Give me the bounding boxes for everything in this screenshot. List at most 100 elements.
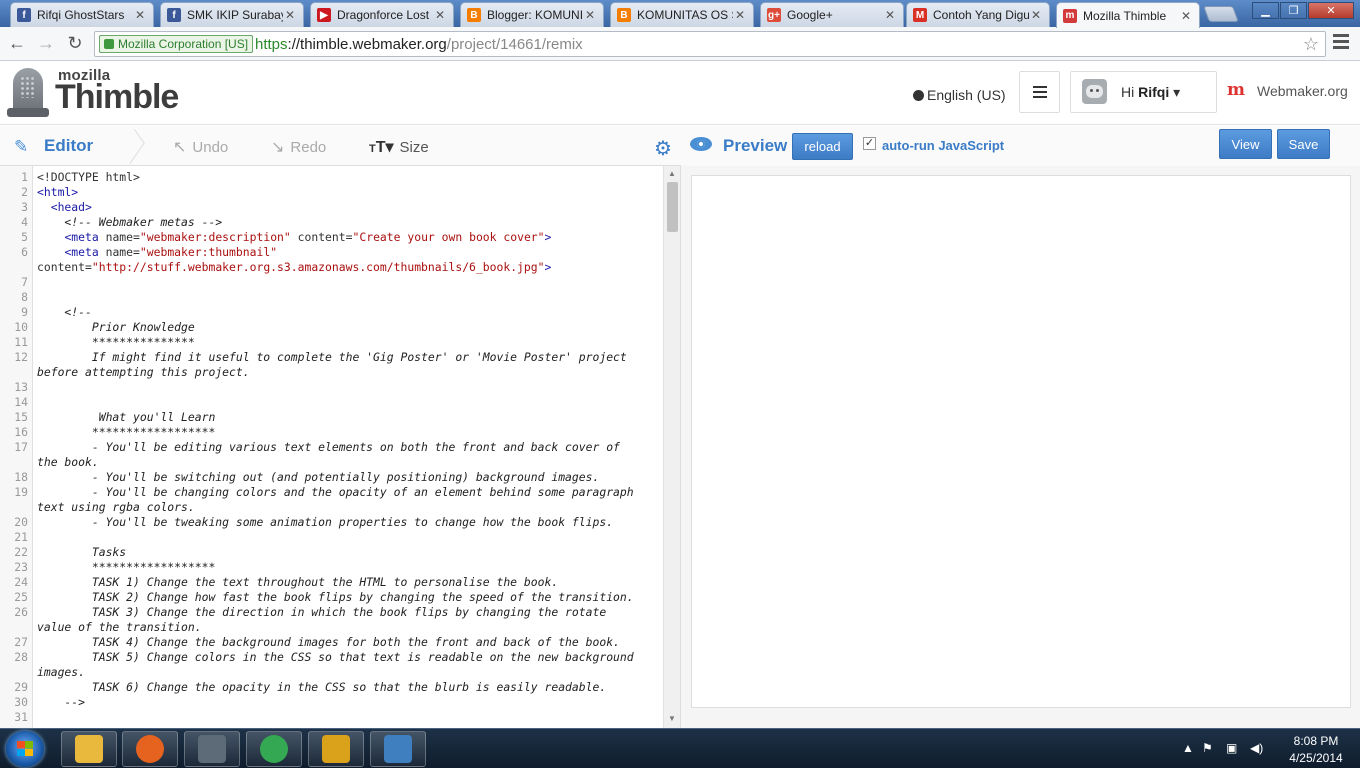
close-tab-icon[interactable]: ✕ (1179, 9, 1193, 23)
code-line[interactable]: ****************** (37, 560, 215, 575)
code-line[interactable]: before attempting this project. (37, 365, 250, 380)
code-line[interactable]: - You'll be changing colors and the opac… (37, 485, 634, 500)
code-line[interactable]: <meta name="webmaker:thumbnail" (37, 245, 277, 260)
browser-tab[interactable]: B KOMUNITAS OS S ✕ (610, 2, 754, 27)
undo-button[interactable]: ↖ Undo (173, 137, 228, 157)
code-line[interactable]: TASK 6) Change the opacity in the CSS so… (37, 680, 606, 695)
browser-tab[interactable]: B Blogger: KOMUNI ✕ (460, 2, 604, 27)
taskbar-app-button[interactable] (122, 731, 178, 767)
code-line[interactable]: the book. (37, 455, 99, 470)
code-line[interactable]: *************** (37, 335, 195, 350)
browser-tab[interactable]: f SMK IKIP Surabaya ✕ (160, 2, 304, 27)
code-line[interactable]: Tasks (37, 545, 126, 560)
font-size-button[interactable]: TT▾ Size (369, 137, 429, 157)
url-text[interactable]: https://thimble.webmaker.org/project/146… (255, 36, 583, 53)
close-tab-icon[interactable]: ✕ (733, 8, 747, 22)
close-tab-icon[interactable]: ✕ (1029, 8, 1043, 22)
code-line[interactable]: TASK 3) Change the direction in which th… (37, 605, 606, 620)
browser-tab[interactable]: g+ Google+ ✕ (760, 2, 904, 27)
scroll-down-icon[interactable]: ▼ (668, 714, 676, 723)
code-line[interactable]: Prior Knowledge (37, 320, 195, 335)
reload-page-icon[interactable]: ↻ (64, 33, 86, 55)
thimble-logo-icon[interactable] (7, 68, 49, 118)
network-icon[interactable]: ▣ (1226, 741, 1237, 755)
code-line[interactable]: <html> (37, 185, 78, 200)
taskbar-app-button[interactable] (184, 731, 240, 767)
bookmark-star-icon[interactable]: ☆ (1303, 34, 1319, 55)
gear-icon[interactable]: ⚙ (654, 136, 672, 161)
address-bar[interactable]: Mozilla Corporation [US] https://thimble… (94, 31, 1326, 57)
close-tab-icon[interactable]: ✕ (133, 8, 147, 22)
browser-tab[interactable]: M Contoh Yang Digu ✕ (906, 2, 1050, 27)
logo-thimble-text[interactable]: Thimble (55, 78, 179, 117)
language-selector[interactable]: English (US) (913, 87, 1006, 103)
webmaker-link[interactable]: Webmaker.org (1257, 83, 1348, 99)
taskbar-app-button[interactable] (308, 731, 364, 767)
code-line[interactable]: <!-- Webmaker metas --> (37, 215, 222, 230)
show-hidden-icons-icon[interactable]: ▲ (1182, 741, 1194, 755)
code-line[interactable]: --> (37, 695, 85, 710)
taskbar-app-button[interactable] (246, 731, 302, 767)
flag-icon[interactable]: ⚑ (1202, 741, 1213, 755)
code-line[interactable]: What you'll Learn (37, 410, 216, 425)
close-tab-icon[interactable]: ✕ (883, 8, 897, 22)
scroll-up-icon[interactable]: ▲ (668, 169, 676, 178)
volume-icon[interactable]: ◀) (1250, 741, 1263, 755)
taskbar-app-button[interactable] (61, 731, 117, 767)
preview-pane (681, 166, 1360, 728)
taskbar-app-button[interactable] (370, 731, 426, 767)
browser-tab[interactable]: ▶ Dragonforce Lost ✕ (310, 2, 454, 27)
editor-tab[interactable]: ✎ Editor (0, 126, 135, 166)
code-line[interactable]: content="http://stuff.webmaker.org.s3.am… (37, 260, 551, 275)
save-button[interactable]: Save (1277, 129, 1330, 159)
editor-scrollbar[interactable]: ▲ ▼ (663, 166, 680, 728)
back-icon[interactable]: ← (6, 33, 28, 55)
reload-button[interactable]: reload (792, 133, 853, 160)
start-button[interactable] (6, 731, 44, 767)
autorun-label[interactable]: auto-run JavaScript (882, 138, 1004, 153)
new-tab-button[interactable] (1203, 6, 1239, 22)
webmaker-logo-icon[interactable]: m (1227, 81, 1247, 99)
ev-certificate-badge[interactable]: Mozilla Corporation [US] (99, 35, 254, 53)
code-line[interactable]: - You'll be tweaking some animation prop… (37, 515, 613, 530)
close-tab-icon[interactable]: ✕ (283, 8, 297, 22)
user-menu[interactable]: Hi Rifqi ▾ (1070, 71, 1217, 113)
hamburger-menu-button[interactable] (1019, 71, 1060, 113)
code-line[interactable]: If might find it useful to complete the … (37, 350, 627, 365)
code-line[interactable]: images. (37, 665, 85, 680)
code-line[interactable]: TASK 1) Change the text throughout the H… (37, 575, 558, 590)
code-line[interactable]: ****************** (37, 425, 215, 440)
code-line[interactable]: value of the transition. (37, 620, 202, 635)
code-line[interactable]: - You'll be switching out (and potential… (37, 470, 599, 485)
close-tab-icon[interactable]: ✕ (583, 8, 597, 22)
browser-tab[interactable]: f Rifqi GhostStars ✕ (10, 2, 154, 27)
code-editor[interactable]: 1 2 3 4 5 6 7 8 9 10 11 12 13 14 15 16 17 18 19 20 21 22 23 24 2… (0, 166, 681, 728)
blogger-icon: B (467, 8, 481, 22)
code-line[interactable]: - You'll be editing various text element… (37, 440, 620, 455)
view-button[interactable]: View (1219, 129, 1272, 159)
chrome-menu-icon[interactable] (1333, 34, 1349, 52)
scrollbar-thumb[interactable] (667, 182, 678, 232)
preview-frame[interactable] (691, 175, 1351, 708)
code-line[interactable]: text using rgba colors. (37, 500, 195, 515)
lock-icon (104, 39, 114, 49)
close-tab-icon[interactable]: ✕ (433, 8, 447, 22)
facebook-icon: f (167, 8, 181, 22)
code-line[interactable]: TASK 2) Change how fast the book flips b… (37, 590, 634, 605)
redo-button[interactable]: ↘ Redo (271, 137, 326, 157)
thimble-header: mozilla Thimble English (US) Hi Rifqi ▾ … (0, 62, 1360, 125)
clock-date[interactable]: 4/25/2014 (1283, 751, 1349, 765)
forward-icon[interactable]: → (35, 33, 57, 55)
code-line[interactable]: TASK 4) Change the background images for… (37, 635, 620, 650)
clock-time[interactable]: 8:08 PM (1283, 734, 1349, 748)
autorun-checkbox[interactable]: ✓ (863, 137, 876, 150)
code-line[interactable]: <!DOCTYPE html> (37, 170, 140, 185)
maximize-button[interactable]: ❐ (1280, 2, 1307, 19)
code-line[interactable]: <meta name="webmaker:description" conten… (37, 230, 551, 245)
close-window-button[interactable]: ✕ (1308, 2, 1354, 19)
browser-tab[interactable]: m Mozilla Thimble ✕ (1056, 2, 1200, 28)
code-line[interactable]: TASK 5) Change colors in the CSS so that… (37, 650, 634, 665)
code-line[interactable]: <!-- (37, 305, 91, 320)
minimize-button[interactable]: ▁ (1252, 2, 1279, 19)
code-line[interactable]: <head> (37, 200, 92, 215)
